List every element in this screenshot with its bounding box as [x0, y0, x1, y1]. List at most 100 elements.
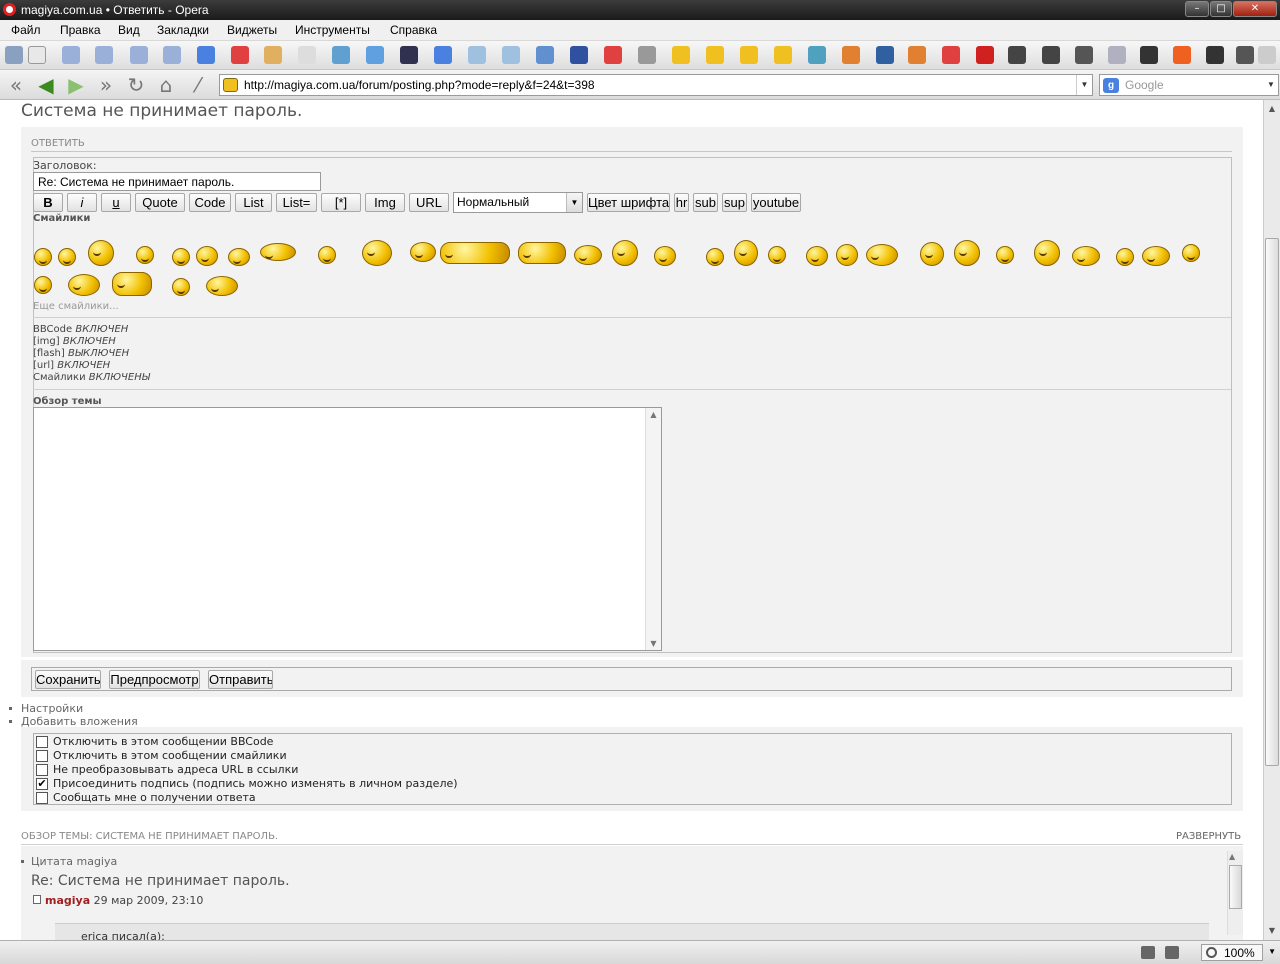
smiley-icon[interactable] [58, 248, 76, 266]
tool-icon[interactable] [638, 46, 656, 64]
bird-icon[interactable] [366, 46, 384, 64]
message-textarea[interactable]: ▲ ▼ [33, 407, 662, 651]
subject-input[interactable]: Re: Система не принимает пароль. [33, 172, 321, 191]
site-icon[interactable] [740, 46, 758, 64]
smiley-icon[interactable] [1116, 248, 1134, 266]
panel-toggle-icon[interactable] [5, 46, 23, 64]
menu-tools[interactable]: Инструменты [295, 23, 370, 37]
youtube-button[interactable]: youtube [751, 193, 801, 212]
bookmark-icon[interactable] [95, 46, 113, 64]
globe-icon[interactable] [536, 46, 554, 64]
chevron-down-icon[interactable]: ▼ [1076, 75, 1092, 95]
search-input[interactable]: g Google ▼ [1099, 74, 1279, 96]
scroll-thumb[interactable] [1265, 238, 1279, 766]
turbo-icon[interactable] [1141, 946, 1155, 959]
note-icon[interactable] [28, 46, 46, 64]
smiley-icon[interactable] [440, 242, 510, 264]
textarea-scrollbar[interactable]: ▲ ▼ [645, 408, 661, 650]
smiley-icon[interactable] [362, 240, 392, 266]
home-icon[interactable]: ⌂ [155, 74, 177, 96]
bookmark-icon[interactable] [163, 46, 181, 64]
pen-icon[interactable] [1042, 46, 1060, 64]
smiley-icon[interactable] [196, 246, 218, 266]
wheel-icon[interactable] [468, 46, 486, 64]
smiley-icon[interactable] [112, 272, 152, 296]
amazon-icon[interactable] [942, 46, 960, 64]
close-button[interactable]: ✕ [1233, 1, 1277, 17]
r-icon[interactable] [876, 46, 894, 64]
film-icon[interactable] [1108, 46, 1126, 64]
google-icon[interactable] [434, 46, 452, 64]
smiley-icon[interactable] [228, 248, 250, 266]
smiley-icon[interactable] [34, 276, 52, 294]
checkbox[interactable] [36, 764, 48, 776]
menu-view[interactable]: Вид [118, 23, 140, 37]
wheel-icon[interactable] [502, 46, 520, 64]
mail-icon[interactable] [808, 46, 826, 64]
submit-button[interactable]: Отправить [208, 670, 273, 689]
bookmark-icon[interactable] [62, 46, 80, 64]
fast-forward-icon[interactable]: » [95, 74, 117, 96]
rewind-icon[interactable]: « [5, 74, 27, 96]
smiley-icon[interactable] [734, 240, 758, 266]
smiley-icon[interactable] [172, 278, 190, 296]
file-icon[interactable] [1206, 46, 1224, 64]
checkbox-checked[interactable]: ✔ [36, 778, 48, 790]
save-button[interactable]: Сохранить [35, 670, 101, 689]
underline-button[interactable]: u [101, 193, 131, 212]
page-scrollbar[interactable]: ▲ ▼ [1263, 100, 1280, 940]
smiley-icon[interactable] [318, 246, 336, 264]
scroll-down-icon[interactable]: ▼ [1264, 923, 1280, 939]
grid-icon[interactable] [908, 46, 926, 64]
code-button[interactable]: Code [189, 193, 231, 212]
maximize-button[interactable]: □ [1210, 1, 1232, 17]
imdb-icon[interactable] [400, 46, 418, 64]
smiley-icon[interactable] [88, 240, 114, 266]
scroll-up-icon[interactable]: ▲ [1264, 101, 1280, 117]
quote-link[interactable]: Цитата magiya [21, 855, 117, 868]
amazon-icon[interactable] [231, 46, 249, 64]
smiley-icon[interactable] [996, 246, 1014, 264]
smiley-icon[interactable] [1034, 240, 1060, 266]
menu-edit[interactable]: Правка [60, 23, 101, 37]
smiley-icon[interactable] [706, 248, 724, 266]
smiley-icon[interactable] [768, 246, 786, 264]
globe-icon[interactable] [332, 46, 350, 64]
smiley-icon[interactable] [1182, 244, 1200, 262]
site-icon[interactable] [774, 46, 792, 64]
smiley-icon[interactable] [260, 243, 296, 261]
checkbox[interactable] [36, 792, 48, 804]
checkbox[interactable] [36, 736, 48, 748]
camera-icon[interactable] [1165, 946, 1179, 959]
list-ordered-button[interactable]: List= [276, 193, 317, 212]
pen-icon[interactable] [1008, 46, 1026, 64]
page-icon[interactable] [298, 46, 316, 64]
preview-button[interactable]: Предпросмотр [109, 670, 200, 689]
file-icon[interactable] [1140, 46, 1158, 64]
minimize-button[interactable]: – [1185, 1, 1209, 17]
n-icon[interactable] [976, 46, 994, 64]
smiley-icon[interactable] [136, 246, 154, 264]
smiley-icon[interactable] [518, 242, 566, 264]
smiley-icon[interactable] [654, 246, 676, 266]
menu-bookmarks[interactable]: Закладки [157, 23, 209, 37]
smiley-icon[interactable] [1142, 246, 1170, 266]
settings-link[interactable]: Настройки [9, 702, 83, 715]
post-author[interactable]: magiya [45, 894, 90, 907]
smiley-icon[interactable] [612, 240, 638, 266]
gmail-icon[interactable] [604, 46, 622, 64]
smiley-icon[interactable] [410, 242, 436, 262]
chevron-down-icon[interactable]: ▼ [1264, 75, 1278, 95]
smiley-icon[interactable] [68, 274, 100, 296]
menu-help[interactable]: Справка [390, 23, 437, 37]
google-icon[interactable] [197, 46, 215, 64]
checkbox[interactable] [36, 750, 48, 762]
reload-icon[interactable]: ↻ [125, 74, 147, 96]
wand-icon[interactable]: ⁄ [187, 74, 209, 96]
font-size-select[interactable]: Нормальный ▼ [453, 192, 583, 213]
glasses-icon[interactable] [1075, 46, 1093, 64]
list-button[interactable]: List [235, 193, 272, 212]
expand-link[interactable]: РАЗВЕРНУТЬ [1176, 831, 1241, 842]
bookmark-icon[interactable] [130, 46, 148, 64]
font-color-button[interactable]: Цвет шрифта [587, 193, 670, 212]
